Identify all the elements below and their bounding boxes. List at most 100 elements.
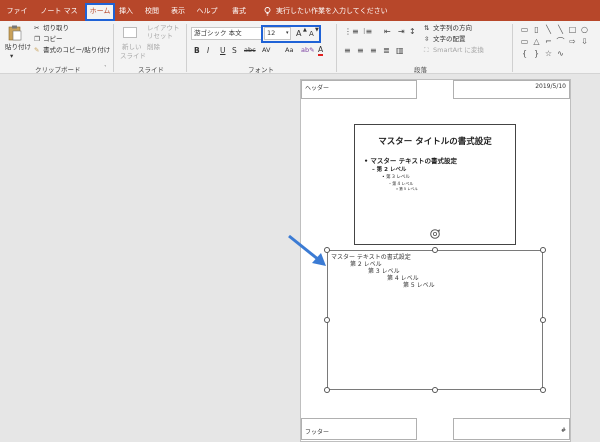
freeform-shape-icon[interactable]: ∿ xyxy=(556,49,565,58)
header-placeholder[interactable]: ヘッダー xyxy=(301,80,417,99)
format-painter-icon: ✎ xyxy=(34,46,40,54)
highlight-color-icon[interactable]: ab✎ xyxy=(301,46,315,55)
slides-group-label: スライド xyxy=(138,66,164,74)
line-shape-icon[interactable]: ╲ xyxy=(556,25,565,34)
annotation-arrow-icon xyxy=(286,233,330,269)
divider xyxy=(512,24,513,72)
cut-button[interactable]: 切り取り xyxy=(43,24,69,33)
font-group-label: フォント xyxy=(248,66,274,74)
rotate-handle-icon[interactable] xyxy=(429,225,441,239)
ribbon: 貼り付け ▾ ✂ 切り取り ❐ コピー ✎ 書式のコピー/貼り付け クリップボー… xyxy=(0,21,600,74)
paste-button[interactable]: 貼り付け xyxy=(5,43,31,52)
textbox-shape-icon[interactable]: ▭ xyxy=(520,25,529,34)
format-painter-button[interactable]: 書式のコピー/貼り付け xyxy=(43,46,110,55)
resize-handle[interactable] xyxy=(540,387,546,393)
columns-icon[interactable]: ▥ xyxy=(396,46,404,56)
align-left-icon[interactable]: ≡ xyxy=(344,46,351,56)
resize-handle[interactable] xyxy=(324,317,330,323)
date-placeholder[interactable]: 2019/5/10 xyxy=(453,80,570,99)
rectangle-shape-icon[interactable]: ▭ xyxy=(520,37,529,46)
notes-level-3: 第 3 レベル xyxy=(368,268,400,275)
slide-level-2: – 第 2 レベル xyxy=(372,167,407,173)
smartart-button[interactable]: SmartArt に変換 xyxy=(433,46,484,55)
tab-insert[interactable]: 挿入 xyxy=(118,3,134,21)
delete-button[interactable]: 削除 xyxy=(147,43,160,52)
shadow-button[interactable]: S xyxy=(232,46,237,55)
line-spacing-icon[interactable]: ↕ xyxy=(409,27,416,37)
notes-level-2: 第 2 レベル xyxy=(350,261,382,268)
arrow-down-shape-icon[interactable]: ⇩ xyxy=(580,37,589,46)
oval-shape-icon[interactable]: ○ xyxy=(580,25,589,34)
copy-button[interactable]: コピー xyxy=(43,35,63,44)
tab-view[interactable]: 表示 xyxy=(170,3,186,21)
elbow-connector-shape-icon[interactable]: ⌐ xyxy=(544,37,553,46)
change-case-button[interactable]: Aa xyxy=(285,46,293,55)
bold-button[interactable]: B xyxy=(194,46,200,55)
clipboard-group-label: クリップボード xyxy=(35,66,81,74)
text-direction-button[interactable]: 文字列の方向 xyxy=(433,24,472,33)
align-right-icon[interactable]: ≡ xyxy=(370,46,377,56)
justify-icon[interactable]: ≣ xyxy=(383,46,390,56)
char-spacing-button[interactable]: AV xyxy=(262,46,270,55)
resize-handle[interactable] xyxy=(432,387,438,393)
reset-button[interactable]: リセット xyxy=(147,32,173,41)
decrease-indent-icon[interactable]: ⇤ xyxy=(384,27,391,37)
font-size-highlight xyxy=(261,25,321,43)
new-slide-button[interactable]: 新しい xyxy=(122,43,142,52)
font-color-button[interactable]: A xyxy=(318,46,324,56)
footer-placeholder[interactable]: フッター xyxy=(301,418,417,440)
notes-level-5: 第 5 レベル xyxy=(403,282,435,289)
paste-dropdown-icon[interactable]: ▾ xyxy=(10,52,13,61)
tab-format[interactable]: 書式 xyxy=(230,3,248,21)
resize-handle[interactable] xyxy=(540,247,546,253)
paragraph-group-label: 段落 xyxy=(414,66,427,74)
new-slide-label-2: スライド xyxy=(120,52,146,60)
notes-text-placeholder[interactable]: マスター テキストの書式設定 第 2 レベル 第 3 レベル 第 4 レベル 第… xyxy=(327,250,543,390)
tab-help[interactable]: ヘルプ xyxy=(196,3,218,21)
vertical-textbox-shape-icon[interactable]: ▯ xyxy=(532,25,541,34)
date-text: 2019/5/10 xyxy=(535,83,566,90)
star-shape-icon[interactable]: ☆ xyxy=(544,49,553,58)
tab-file[interactable]: ファイル xyxy=(4,3,30,31)
divider xyxy=(186,24,187,72)
align-text-button[interactable]: 文字の配置 xyxy=(433,35,466,44)
header-text: ヘッダー xyxy=(305,85,330,92)
ribbon-tab-bar: ファイル ノート マスター ホーム 挿入 校閲 表示 ヘルプ 書式 実行したい作… xyxy=(0,0,600,31)
underline-button[interactable]: U xyxy=(220,46,226,55)
arrow-right-shape-icon[interactable]: ⇨ xyxy=(568,37,577,46)
copy-icon: ❐ xyxy=(34,35,40,43)
cut-icon: ✂ xyxy=(34,24,40,32)
resize-handle[interactable] xyxy=(432,247,438,253)
divider xyxy=(336,24,337,72)
lightbulb-icon xyxy=(262,3,272,21)
line-shape-icon[interactable]: ╲ xyxy=(544,25,553,34)
resize-handle[interactable] xyxy=(324,387,330,393)
font-name-field[interactable]: 游ゴシック 本文 xyxy=(191,27,263,40)
slide-level-3: • 第 3 レベル xyxy=(382,175,410,180)
increase-indent-icon[interactable]: ⇥ xyxy=(398,27,405,37)
triangle-shape-icon[interactable]: △ xyxy=(532,37,541,46)
strikethrough-button[interactable]: abc xyxy=(244,46,256,55)
numbering-icon[interactable]: ⁝≡ xyxy=(363,27,372,37)
divider xyxy=(113,24,114,72)
brace-shape-icon[interactable]: } xyxy=(532,49,541,58)
tell-me-search[interactable]: 実行したい作業を入力してください xyxy=(276,3,388,19)
tab-home[interactable]: ホーム xyxy=(85,3,115,21)
bullets-icon[interactable]: ⋮≡ xyxy=(344,27,359,37)
new-slide-icon xyxy=(123,27,137,42)
paste-icon[interactable] xyxy=(8,25,22,41)
align-center-icon[interactable]: ≡ xyxy=(357,46,364,56)
italic-button[interactable]: I xyxy=(207,46,209,55)
text-direction-icon: ⇅ xyxy=(424,24,430,32)
notes-level-1: マスター テキストの書式設定 xyxy=(331,254,411,261)
rectangle-shape-icon[interactable]: □ xyxy=(568,25,577,34)
curved-connector-shape-icon[interactable]: ⌒ xyxy=(556,37,565,46)
page-number-placeholder[interactable]: # xyxy=(453,418,570,440)
brace-shape-icon[interactable]: { xyxy=(520,49,529,58)
tab-notes-master[interactable]: ノート マスター xyxy=(38,3,80,31)
resize-handle[interactable] xyxy=(540,317,546,323)
slide-title: マスター タイトルの書式設定 xyxy=(378,137,492,147)
align-text-icon: ⇳ xyxy=(424,35,430,43)
tab-review[interactable]: 校閲 xyxy=(144,3,160,21)
dialog-launcher-icon[interactable]: ⌝ xyxy=(104,64,106,73)
